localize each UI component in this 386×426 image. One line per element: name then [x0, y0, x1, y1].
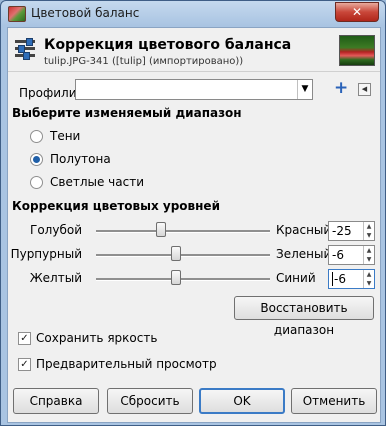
profiles-combo[interactable]: ▼ — [75, 79, 313, 100]
yellow-blue-track[interactable] — [96, 278, 270, 281]
check-icon: ✓ — [20, 333, 29, 344]
radio-midtones-label: Полутона — [50, 152, 111, 166]
preserve-luminosity-label: Сохранить яркость — [36, 331, 158, 345]
cyan-label: Голубой — [30, 223, 82, 237]
magenta-green-value: -6 — [332, 248, 344, 262]
preview-label: Предварительный просмотр — [36, 357, 217, 371]
yellow-blue-spin[interactable]: -6 ▲ ▼ — [328, 269, 375, 289]
image-thumbnail — [339, 35, 375, 66]
radio-highlights-label: Светлые части — [50, 175, 144, 189]
range-heading: Выберите изменяемый диапазон — [12, 106, 242, 120]
help-button[interactable]: Справка — [13, 388, 99, 414]
close-button[interactable]: ✕ — [335, 2, 379, 22]
dialog-header: Коррекция цветового баланса tulip.JPG-34… — [8, 28, 380, 72]
add-preset-icon[interactable]: + — [334, 80, 348, 97]
radio-dot — [33, 156, 40, 163]
spin-arrows-icon[interactable]: ▲ ▼ — [363, 270, 374, 288]
color-balance-icon — [14, 37, 36, 60]
ok-button[interactable]: OK — [199, 388, 285, 414]
green-label: Зеленый — [276, 247, 332, 261]
reset-range-button[interactable]: Восстановить диапазон — [234, 296, 374, 337]
blue-label: Синий — [276, 271, 316, 285]
preset-menu-icon[interactable]: ◀ — [358, 83, 371, 96]
image-subtitle: tulip.JPG-341 ([tulip] (импортировано)) — [44, 56, 244, 67]
radio-midtones[interactable] — [30, 153, 43, 166]
magenta-green-track[interactable] — [96, 254, 270, 257]
app-icon — [8, 6, 26, 22]
dialog-body: Коррекция цветового баланса tulip.JPG-34… — [7, 27, 381, 423]
spin-arrows-icon[interactable]: ▲ ▼ — [363, 246, 374, 264]
yellow-blue-value: -6 — [332, 272, 346, 286]
radio-shadows-label: Тени — [50, 129, 81, 143]
red-label: Красный — [276, 223, 332, 237]
check-icon: ✓ — [20, 359, 29, 370]
preserve-luminosity-checkbox[interactable]: ✓ — [18, 332, 31, 345]
color-balance-window: Цветовой баланс ✕ Коррекция цветового ба… — [0, 0, 386, 426]
dialog-title: Коррекция цветового баланса — [44, 37, 292, 53]
radio-shadows[interactable] — [30, 130, 43, 143]
magenta-label: Пурпурный — [10, 247, 82, 261]
window-title: Цветовой баланс — [31, 6, 140, 20]
yellow-label: Желтый — [29, 271, 82, 285]
cyan-red-track[interactable] — [96, 230, 270, 233]
chevron-down-icon[interactable]: ▼ — [297, 80, 312, 99]
spin-arrows-icon[interactable]: ▲ ▼ — [363, 222, 374, 240]
radio-highlights[interactable] — [30, 176, 43, 189]
title-bar[interactable]: Цветовой баланс ✕ — [1, 1, 385, 27]
magenta-green-handle[interactable] — [171, 246, 181, 261]
close-icon: ✕ — [351, 5, 363, 19]
yellow-blue-handle[interactable] — [171, 270, 181, 285]
profiles-label: Профили: — [19, 86, 81, 100]
preview-checkbox[interactable]: ✓ — [18, 358, 31, 371]
cyan-red-spin[interactable]: -25 ▲ ▼ — [328, 221, 375, 241]
cyan-red-value: -25 — [332, 224, 352, 238]
cancel-button[interactable]: Отменить — [291, 388, 377, 414]
levels-heading: Коррекция цветовых уровней — [12, 199, 220, 213]
reset-button[interactable]: Сбросить — [107, 388, 193, 414]
magenta-green-spin[interactable]: -6 ▲ ▼ — [328, 245, 375, 265]
cyan-red-handle[interactable] — [156, 222, 166, 237]
